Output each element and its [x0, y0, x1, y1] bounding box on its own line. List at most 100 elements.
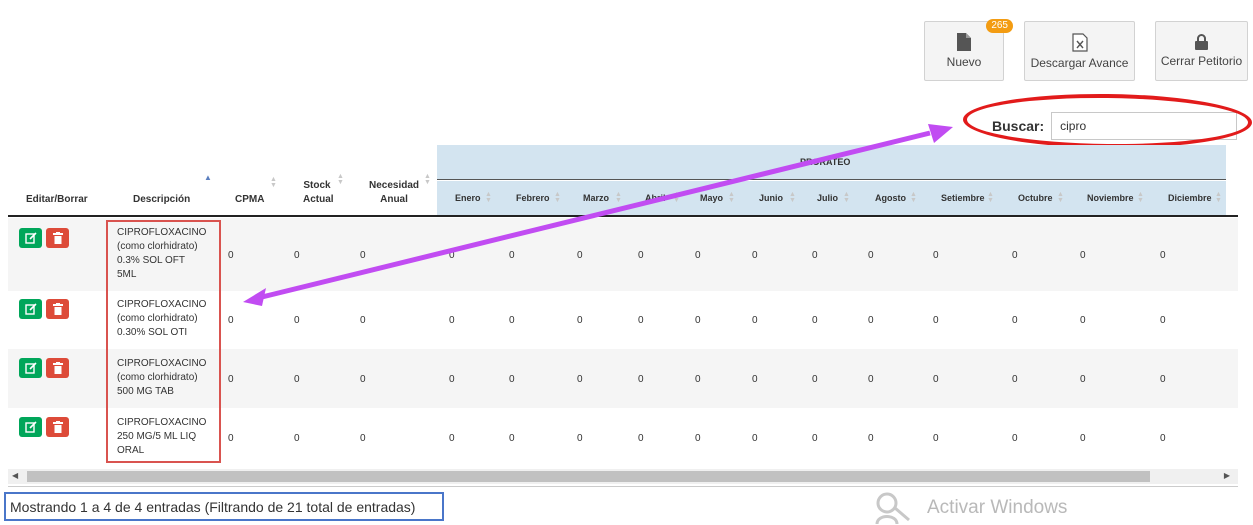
horizontal-scrollbar[interactable]: ◀ ▶: [8, 469, 1238, 484]
header-bottom-border: [8, 215, 1238, 217]
footer-divider: [8, 486, 1238, 487]
value-cell: 0: [638, 250, 644, 261]
file-icon: [957, 33, 971, 51]
sort-icon[interactable]: ▲ ▼: [485, 191, 492, 204]
value-cell: 0: [638, 433, 644, 444]
value-cell: 0: [294, 250, 300, 261]
scroll-right-icon[interactable]: ▶: [1224, 471, 1230, 480]
sort-icon[interactable]: ▲ ▼: [554, 191, 561, 204]
header-month-5[interactable]: Mayo: [700, 193, 723, 203]
edit-button[interactable]: [19, 417, 42, 437]
value-cell: 0: [868, 250, 874, 261]
value-cell: 0: [933, 315, 939, 326]
header-month-6[interactable]: Junio: [759, 193, 783, 203]
header-month-9[interactable]: Setiembre: [941, 193, 985, 203]
sort-icon[interactable]: ▲ ▼: [789, 191, 796, 204]
key-person-icon: [875, 492, 910, 524]
header-month-10[interactable]: Octubre: [1018, 193, 1053, 203]
value-cell: 0: [1080, 433, 1086, 444]
value-cell: 0: [449, 315, 455, 326]
header-necesidad-line2: Anual: [380, 194, 408, 205]
edit-icon: [24, 232, 37, 244]
header-descripcion[interactable]: Descripción: [133, 193, 190, 207]
value-cell: 0: [1012, 250, 1018, 261]
sort-icon[interactable]: ▲ ▼: [1137, 191, 1144, 204]
value-cell: 0: [933, 433, 939, 444]
header-necesidad-line1: Necesidad: [368, 180, 420, 191]
header-month-12[interactable]: Diciembre: [1168, 193, 1212, 203]
edit-button[interactable]: [19, 358, 42, 378]
sort-icon[interactable]: ▲ ▼: [270, 176, 277, 189]
header-month-2[interactable]: Febrero: [516, 193, 550, 203]
sort-icon[interactable]: ▲ ▼: [843, 191, 850, 204]
delete-button[interactable]: [46, 299, 69, 319]
header-stock-line2: Actual: [303, 194, 334, 205]
value-cell: 0: [228, 433, 234, 444]
value-cell: 0: [509, 315, 515, 326]
value-cell: 0: [449, 250, 455, 261]
value-cell: 0: [509, 433, 515, 444]
trash-icon: [52, 421, 63, 433]
edit-button[interactable]: [19, 299, 42, 319]
header-month-1[interactable]: Enero: [455, 193, 481, 203]
value-cell: 0: [449, 374, 455, 385]
header-divider: [437, 179, 1226, 180]
sort-icon[interactable]: ▲ ▼: [673, 191, 680, 204]
sort-icon[interactable]: ▲ ▼: [1057, 191, 1064, 204]
page: 265 Nuevo Descargar Avance Cerrar Petito…: [0, 0, 1253, 525]
delete-button[interactable]: [46, 358, 69, 378]
nuevo-count-badge: 265: [986, 19, 1013, 33]
table-info: Mostrando 1 a 4 de 4 entradas (Filtrando…: [4, 492, 444, 521]
sort-icon[interactable]: ▲ ▼: [987, 191, 994, 204]
value-cell: 0: [294, 374, 300, 385]
sort-icon[interactable]: ▲ ▼: [728, 191, 735, 204]
sort-icon[interactable]: ▲ ▼: [424, 173, 431, 186]
header-month-7[interactable]: Julio: [817, 193, 838, 203]
value-cell: 0: [752, 250, 758, 261]
delete-button[interactable]: [46, 417, 69, 437]
trash-icon: [52, 303, 63, 315]
value-cell: 0: [360, 315, 366, 326]
scrollbar-thumb[interactable]: [27, 471, 1150, 482]
value-cell: 0: [1012, 315, 1018, 326]
value-cell: 0: [695, 315, 701, 326]
value-cell: 0: [812, 433, 818, 444]
nuevo-button[interactable]: 265 Nuevo: [924, 19, 1013, 81]
sort-icon[interactable]: ▲ ▼: [910, 191, 917, 204]
value-cell: 0: [695, 433, 701, 444]
header-month-3[interactable]: Marzo: [583, 193, 609, 203]
header-cpma[interactable]: CPMA: [235, 193, 264, 207]
value-cell: 0: [577, 250, 583, 261]
value-cell: 0: [868, 315, 874, 326]
sort-icon[interactable]: ▲ ▼: [1215, 191, 1222, 204]
value-cell: 0: [1160, 374, 1166, 385]
header-stock-actual[interactable]: Stock Actual: [303, 179, 334, 207]
value-cell: 0: [638, 374, 644, 385]
edit-icon: [24, 362, 37, 374]
cerrar-petitorio-button[interactable]: Cerrar Petitorio: [1155, 21, 1248, 81]
value-cell: 0: [509, 250, 515, 261]
value-cell: 0: [228, 250, 234, 261]
descargar-avance-button[interactable]: Descargar Avance: [1024, 21, 1135, 81]
value-cell: 0: [509, 374, 515, 385]
edit-button[interactable]: [19, 228, 42, 248]
value-cell: 0: [752, 315, 758, 326]
sort-icon[interactable]: ▲ ▼: [615, 191, 622, 204]
sort-icon[interactable]: ▲ ▼: [337, 173, 344, 186]
header-month-11[interactable]: Noviembre: [1087, 193, 1134, 203]
value-cell: 0: [933, 374, 939, 385]
value-cell: 0: [449, 433, 455, 444]
trash-icon: [52, 232, 63, 244]
scroll-left-icon[interactable]: ◀: [12, 471, 18, 480]
header-month-8[interactable]: Agosto: [875, 193, 906, 203]
header-stock-line1: Stock: [303, 180, 331, 191]
value-cell: 0: [228, 374, 234, 385]
delete-button[interactable]: [46, 228, 69, 248]
header-editar-borrar: Editar/Borrar: [26, 194, 88, 205]
value-cell: 0: [1160, 250, 1166, 261]
header-month-4[interactable]: Abril: [645, 193, 666, 203]
prorateo-header: PRORATEO: [800, 157, 851, 167]
value-cell: 0: [695, 374, 701, 385]
header-necesidad-anual[interactable]: Necesidad Anual: [368, 179, 420, 207]
value-cell: 0: [868, 374, 874, 385]
